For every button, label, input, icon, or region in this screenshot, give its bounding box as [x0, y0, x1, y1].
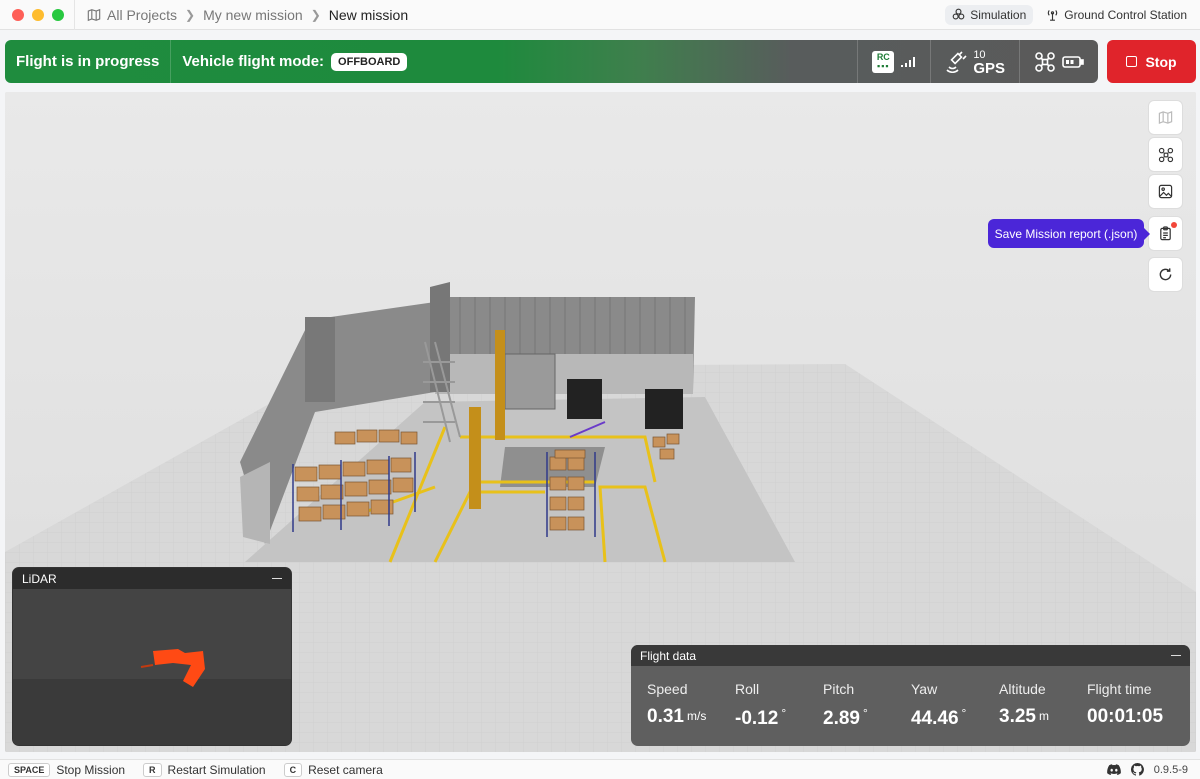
stop-icon — [1126, 56, 1138, 67]
discord-icon[interactable] — [1106, 763, 1121, 776]
minimize-window-button[interactable] — [32, 8, 44, 21]
flight-mode-badge: OFFBOARD — [331, 52, 408, 71]
metric-altitude: Altitude 3.25 m — [999, 681, 1049, 727]
clipboard-icon — [1160, 226, 1171, 241]
refresh-button[interactable] — [1148, 257, 1183, 292]
key-space: SPACE — [8, 762, 51, 777]
map-view-button[interactable] — [1148, 100, 1183, 135]
title-bar: All Projects ❯ My new mission ❯ New miss… — [0, 0, 1200, 30]
window-controls — [0, 8, 74, 21]
flight-mode: Vehicle flight mode: OFFBOARD — [171, 40, 418, 83]
refresh-icon — [1159, 268, 1172, 281]
flight-data-title: Flight data — [640, 648, 697, 663]
drone-icon — [1035, 51, 1055, 72]
camera-image-button[interactable] — [1148, 174, 1183, 209]
metric-pitch: Pitch 2.89 ° — [823, 681, 868, 729]
breadcrumb-current: New mission — [328, 6, 409, 23]
save-mission-report-button[interactable] — [1148, 216, 1183, 251]
rc-status[interactable]: RC ▪▪▪ — [857, 40, 930, 83]
notification-dot — [1171, 222, 1177, 228]
close-window-button[interactable] — [12, 8, 24, 21]
chevron-right-icon: ❯ — [310, 7, 321, 22]
github-icon[interactable] — [1130, 763, 1144, 776]
lidar-panel: LiDAR — [12, 567, 292, 746]
ground-control-station-tab[interactable]: Ground Control Station — [1039, 5, 1194, 25]
simulation-viewport[interactable]: Save Mission report (.json) LiDAR Flight… — [5, 92, 1196, 752]
metric-roll: Roll -0.12 ° — [735, 681, 787, 729]
breadcrumb: All Projects ❯ My new mission ❯ New miss… — [74, 0, 408, 30]
gps-status[interactable]: 10 GPS — [930, 40, 1019, 83]
battery-icon — [1062, 55, 1084, 68]
key-r: R — [143, 762, 162, 777]
lidar-minimize-button[interactable] — [272, 577, 282, 580]
map-icon — [87, 8, 101, 21]
flight-data-minimize-button[interactable] — [1171, 654, 1181, 657]
metric-speed: Speed 0.31 m/s — [647, 681, 707, 727]
image-icon — [1158, 184, 1173, 199]
breadcrumb-mission[interactable]: My new mission — [203, 7, 303, 23]
flight-status-bar: Flight is in progress Vehicle flight mod… — [5, 40, 1098, 83]
metric-yaw: Yaw 44.46 ° — [911, 681, 967, 729]
flight-data-panel: Flight data Speed 0.31 m/s Roll -0.12 ° Pi… — [631, 645, 1190, 746]
save-report-tooltip: Save Mission report (.json) — [988, 219, 1150, 248]
key-c: C — [283, 762, 303, 777]
metric-flight-time: Flight time 00:01:05 — [1087, 681, 1164, 727]
lidar-point-cloud — [13, 589, 291, 745]
stop-button[interactable]: Stop — [1107, 40, 1196, 83]
drone-icon — [1158, 147, 1173, 162]
shortcut-bar: SPACE Stop Mission R Restart Simulation … — [0, 759, 1200, 779]
map-icon — [1158, 110, 1173, 125]
version-label: 0.9.5-9 — [1153, 763, 1188, 776]
simulation-icon — [952, 8, 965, 20]
lidar-title: LiDAR — [22, 571, 57, 586]
rc-icon: RC ▪▪▪ — [872, 50, 895, 73]
vehicle-status[interactable] — [1019, 40, 1098, 83]
satellite-icon — [946, 50, 967, 73]
drone-view-button[interactable] — [1148, 137, 1183, 172]
signal-icon — [901, 56, 916, 67]
maximize-window-button[interactable] — [52, 8, 64, 21]
shortcut-restart-simulation[interactable]: R Restart Simulation — [143, 762, 266, 777]
flight-state: Flight is in progress — [5, 40, 172, 83]
antenna-icon — [1048, 10, 1058, 21]
breadcrumb-all-projects[interactable]: All Projects — [87, 7, 177, 23]
shortcut-reset-camera[interactable]: C Reset camera — [283, 762, 383, 777]
chevron-right-icon: ❯ — [185, 7, 196, 22]
shortcut-stop-mission[interactable]: SPACE Stop Mission — [8, 762, 125, 777]
simulation-tab[interactable]: Simulation — [945, 4, 1034, 25]
